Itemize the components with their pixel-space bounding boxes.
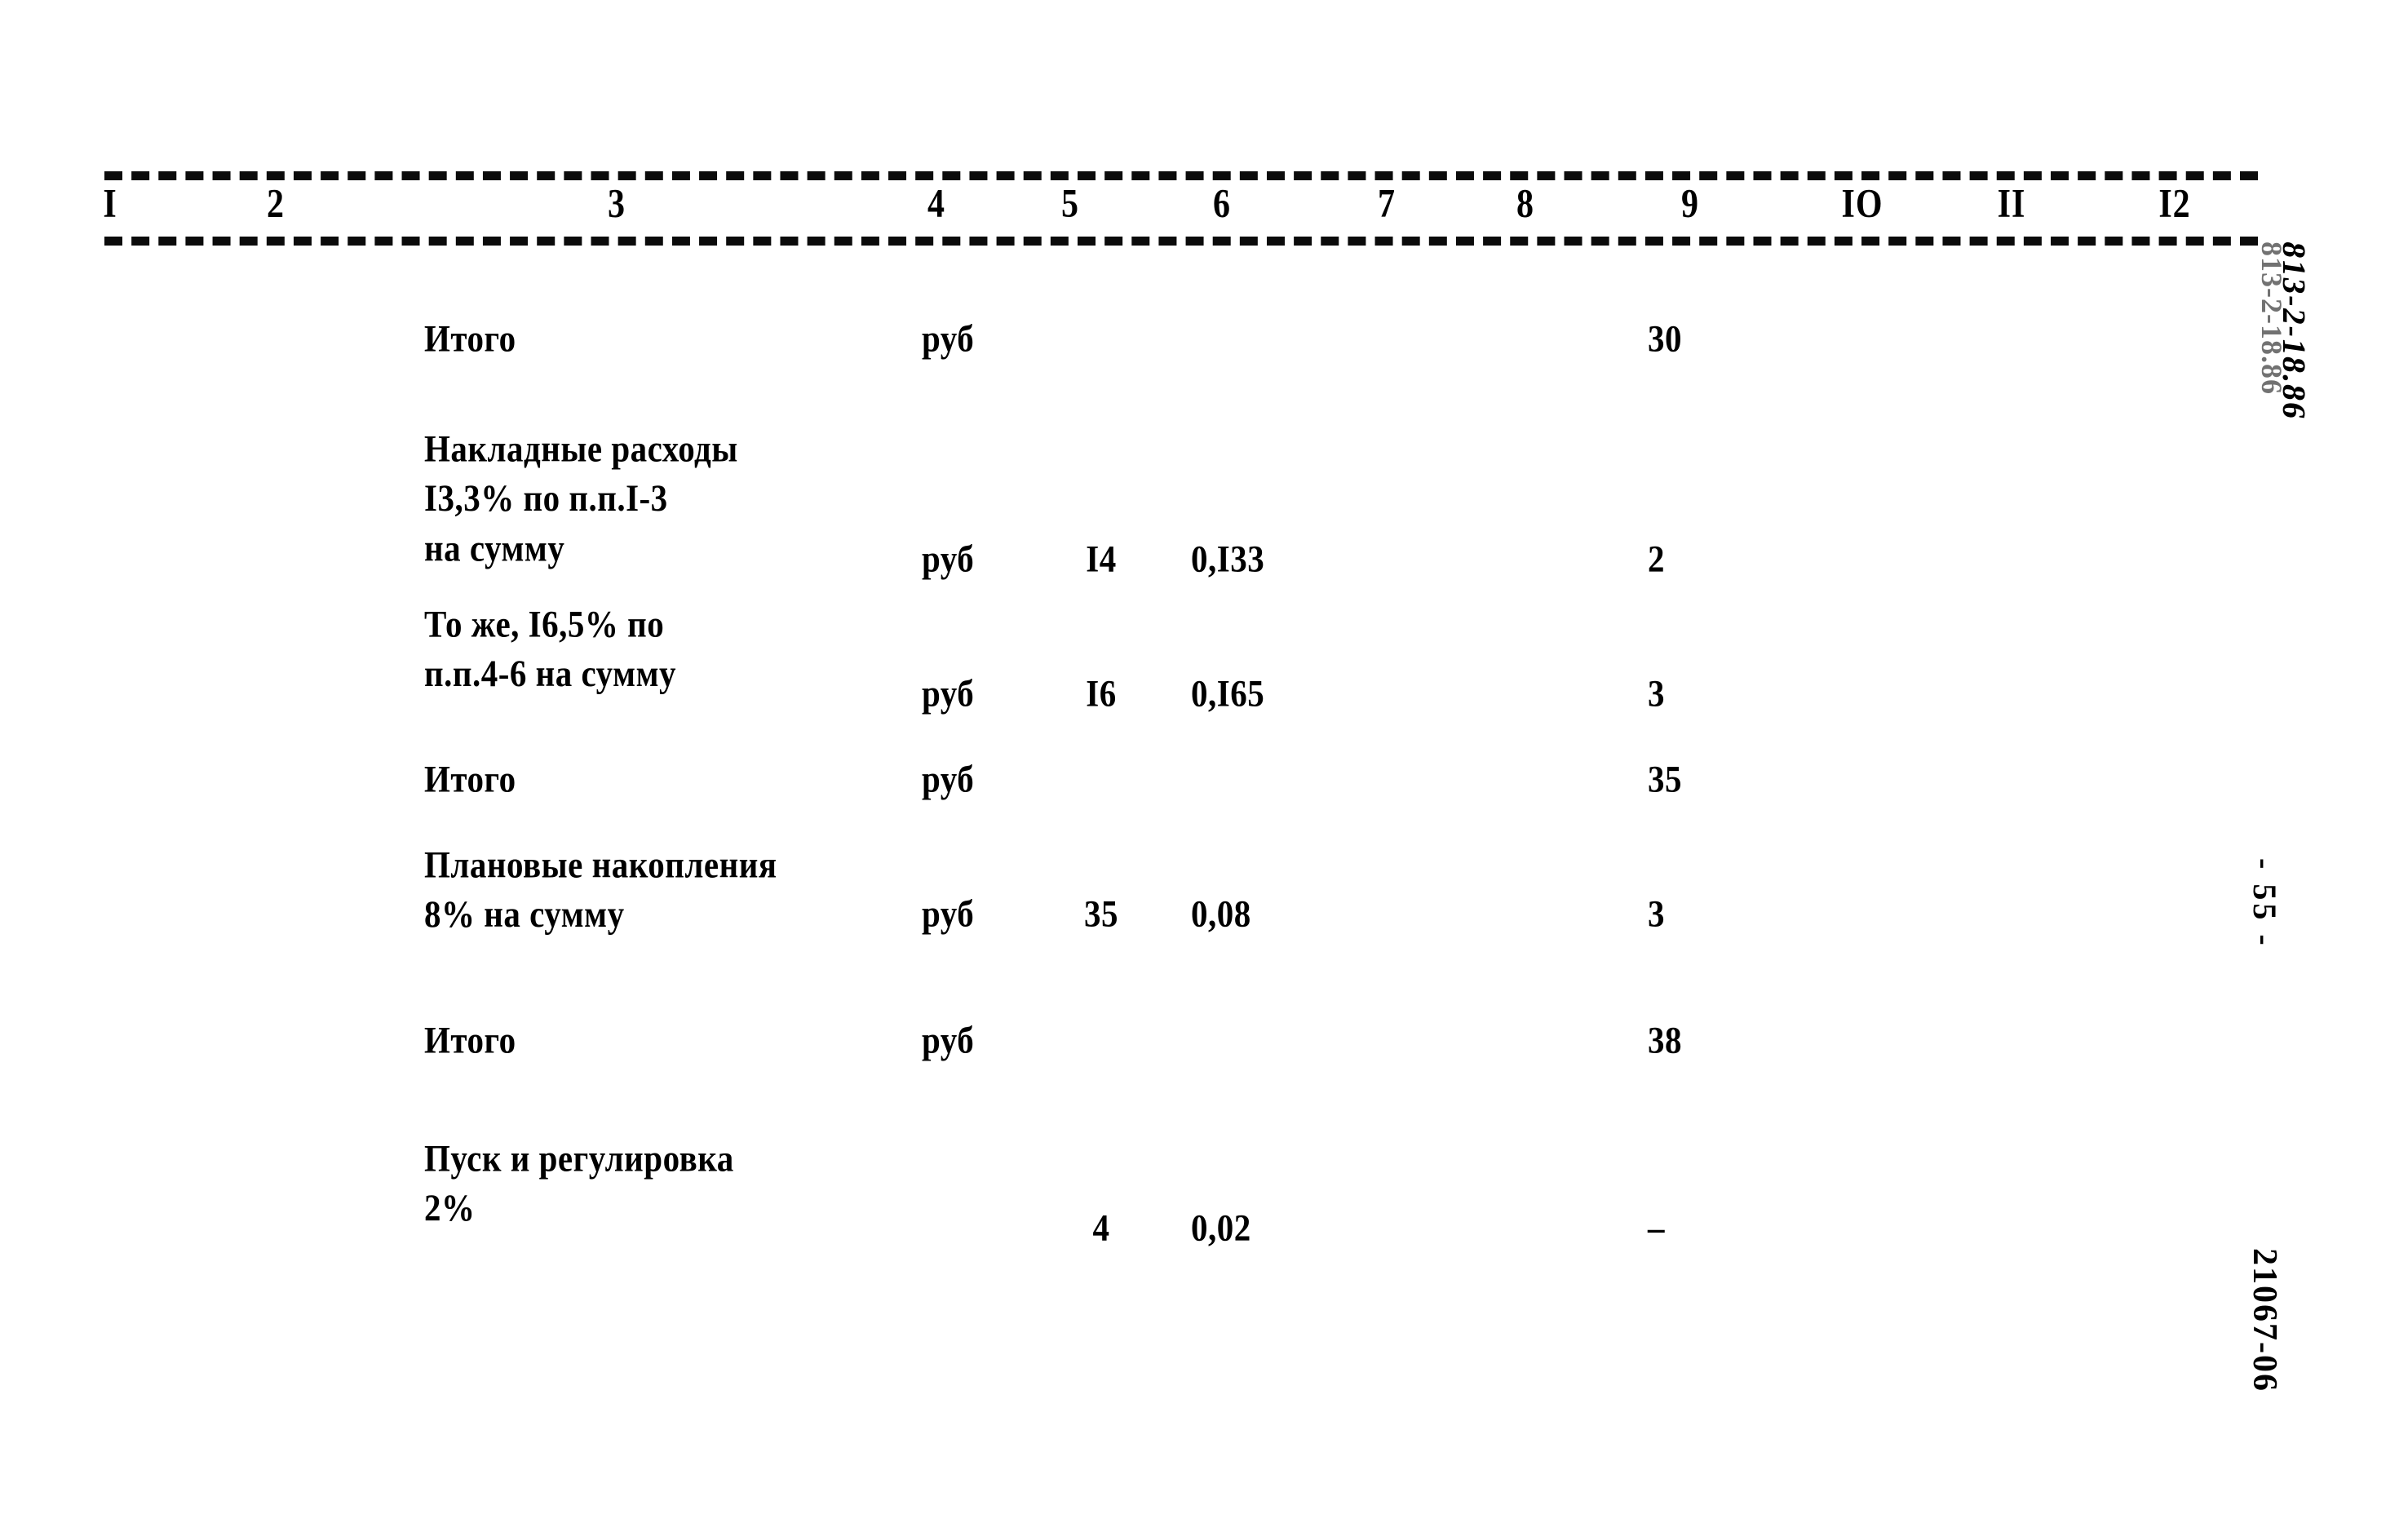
header-rule-bottom [104,237,2258,246]
row-total: 38 [1648,1018,1682,1061]
row-total: – [1648,1206,1665,1249]
row-unit: руб [922,671,975,715]
document-code-annotation: 813-2-18.86 [2276,239,2313,423]
row-rate: 0,08 [1191,892,1251,935]
row-description: Накладные расходы I3,3% по п.п.I-3 на су… [424,427,738,569]
document-page: I 2 3 4 5 6 7 8 9 IO II I2 Итого руб 30 Накладные расх… [0,0,2408,1523]
column-header-3: 3 [608,182,626,227]
column-header-6: 6 [1213,182,1231,227]
row-description: Плановые накопления 8% на сумму [424,843,777,936]
row-rate: 0,I65 [1191,671,1265,715]
column-header-10: IO [1841,182,1883,227]
row-unit: руб [922,1018,975,1061]
column-header-7: 7 [1378,182,1396,227]
row-rate: 0,02 [1191,1206,1251,1249]
row-unit: руб [922,757,975,800]
row-total: 30 [1648,317,1682,360]
row-unit: руб [922,537,975,580]
column-header-1: I [103,182,117,227]
row-description: Итого [424,757,516,800]
header-rule-top [104,171,2258,180]
row-description: Итого [424,1018,516,1061]
row-unit: руб [922,892,975,935]
row-quantity: 4 [1092,1206,1110,1249]
row-description: Пуск и регулировка 2% [424,1136,734,1229]
column-header-11: II [1997,182,2026,227]
column-header-4: 4 [927,182,945,227]
row-total: 2 [1648,537,1665,580]
column-header-5: 5 [1061,182,1079,227]
row-quantity: I6 [1086,671,1117,715]
row-description: Итого [424,317,516,360]
column-header-9: 9 [1681,182,1699,227]
page-number-annotation: - 55 - [2246,858,2283,949]
row-total: 3 [1648,892,1665,935]
row-rate: 0,I33 [1191,537,1265,580]
sheet-code-annotation: 21067-06 [2246,1248,2283,1392]
column-header-12: I2 [2158,182,2191,227]
row-description: То же, I6,5% по п.п.4-6 на сумму [424,602,676,695]
row-unit: руб [922,317,975,360]
row-quantity: 35 [1084,892,1118,935]
column-header-8: 8 [1516,182,1534,227]
column-header-2: 2 [267,182,285,227]
row-quantity: I4 [1086,537,1117,580]
row-total: 3 [1648,671,1665,715]
row-total: 35 [1648,757,1682,800]
